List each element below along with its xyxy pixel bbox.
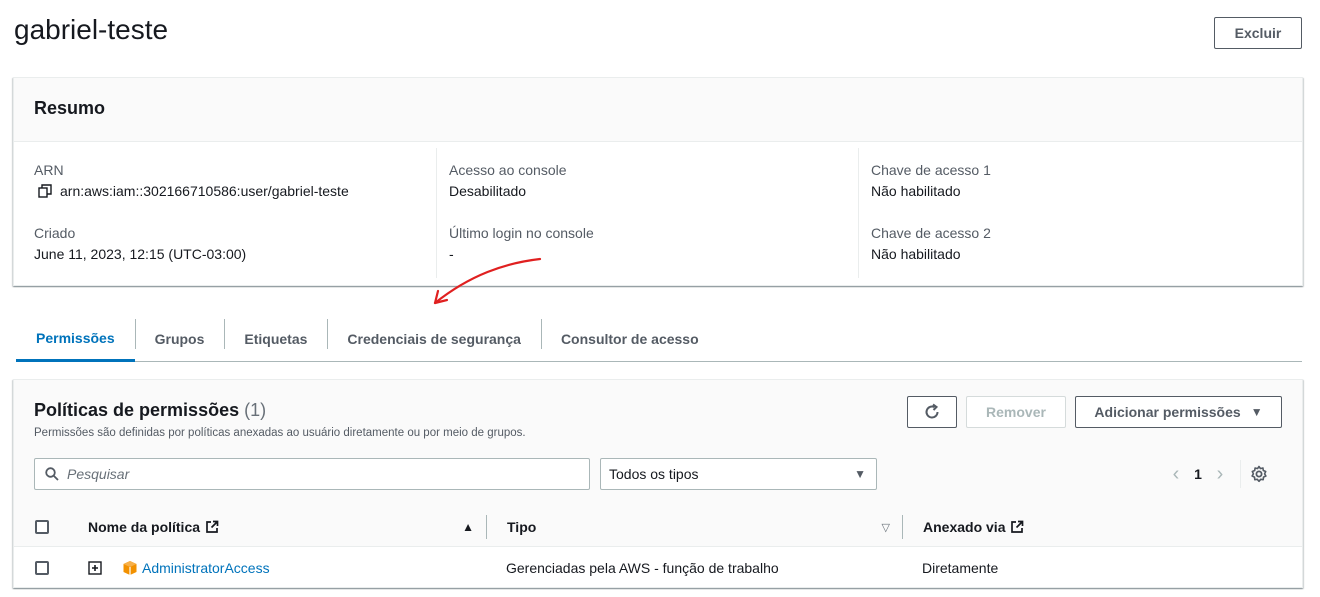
caret-down-icon: ▼ bbox=[1250, 405, 1263, 419]
add-permissions-button[interactable]: Adicionar permissões ▼ bbox=[1075, 396, 1282, 428]
previous-page-icon[interactable]: ‹ bbox=[1164, 463, 1188, 486]
select-all-checkbox[interactable] bbox=[35, 520, 49, 534]
console-access-field: Acesso ao console Desabilitado bbox=[449, 160, 838, 202]
policies-count: (1) bbox=[244, 400, 267, 420]
arn-value: arn:aws:iam::302166710586:user/gabriel-t… bbox=[60, 183, 349, 199]
tab-consultor-de-acesso[interactable]: Consultor de acesso bbox=[540, 317, 719, 361]
column-type-label: Tipo bbox=[507, 519, 537, 535]
summary-body: ARN arn:aws:iam::302166710586:user/gabri… bbox=[14, 142, 1302, 278]
type-filter-value: Todos os tipos bbox=[609, 466, 699, 482]
search-placeholder: Pesquisar bbox=[67, 466, 130, 482]
column-header-type[interactable]: Tipo ▽ bbox=[486, 515, 902, 539]
summary-column-3: Chave de acesso 1 Não habilitado Chave d… bbox=[858, 148, 1280, 278]
external-link-icon[interactable] bbox=[1010, 520, 1024, 534]
column-attached-label: Anexado via bbox=[923, 519, 1006, 535]
policy-type: Gerenciadas pela AWS - função de trabalh… bbox=[506, 560, 779, 576]
arn-value-row: arn:aws:iam::302166710586:user/gabriel-t… bbox=[34, 180, 416, 202]
column-header-attached: Anexado via bbox=[902, 515, 1302, 539]
column-name-label: Nome da política bbox=[88, 519, 201, 535]
pagination: ‹ 1 › bbox=[1164, 458, 1269, 490]
sort-ascending-icon[interactable]: ▲ bbox=[462, 520, 474, 534]
copy-icon[interactable] bbox=[38, 184, 52, 198]
access-key-2-label: Chave de acesso 2 bbox=[871, 225, 991, 241]
arn-label: ARN bbox=[34, 162, 64, 178]
summary-header: Resumo bbox=[14, 78, 1302, 142]
tab-etiquetas[interactable]: Etiquetas bbox=[224, 317, 327, 361]
table-row: AdministratorAccess Gerenciadas pela AWS… bbox=[14, 548, 1302, 588]
tab-credenciais-de-seguranca[interactable]: Credenciais de segurança bbox=[327, 317, 541, 361]
access-key-2-value: Não habilitado bbox=[871, 246, 961, 262]
last-login-value: - bbox=[449, 246, 454, 262]
pager-divider bbox=[1240, 460, 1241, 488]
sort-icon[interactable]: ▽ bbox=[882, 521, 890, 534]
delete-button[interactable]: Excluir bbox=[1214, 17, 1302, 49]
next-page-icon[interactable]: › bbox=[1208, 463, 1232, 486]
summary-column-2: Acesso ao console Desabilitado Último lo… bbox=[436, 148, 858, 278]
policies-header: Políticas de permissões (1) Permissões s… bbox=[14, 380, 1302, 547]
select-all-cell bbox=[14, 520, 68, 534]
summary-panel: Resumo ARN arn:aws:iam::302166710586:use… bbox=[13, 77, 1303, 286]
arn-field: ARN arn:aws:iam::302166710586:user/gabri… bbox=[34, 160, 416, 202]
policies-title-text: Políticas de permissões bbox=[34, 400, 240, 420]
summary-column-1: ARN arn:aws:iam::302166710586:user/gabri… bbox=[14, 148, 436, 278]
row-checkbox[interactable] bbox=[35, 561, 49, 575]
access-key-1-field: Chave de acesso 1 Não habilitado bbox=[871, 160, 1260, 202]
tab-grupos[interactable]: Grupos bbox=[134, 317, 225, 361]
expand-icon[interactable] bbox=[88, 561, 102, 575]
console-access-label: Acesso ao console bbox=[449, 162, 567, 178]
access-key-1-label: Chave de acesso 1 bbox=[871, 162, 991, 178]
policy-name-link[interactable]: AdministratorAccess bbox=[142, 560, 270, 576]
refresh-button[interactable] bbox=[907, 396, 957, 428]
table-header: Nome da política ▲ Tipo ▽ Anexado via bbox=[14, 507, 1302, 547]
column-name-label-wrap: Nome da política bbox=[88, 519, 219, 535]
policies-description: Permissões são definidas por políticas a… bbox=[34, 427, 526, 439]
created-field: Criado June 11, 2023, 12:15 (UTC-03:00) bbox=[34, 223, 416, 265]
console-access-value: Desabilitado bbox=[449, 183, 527, 199]
last-login-field: Último login no console - bbox=[449, 223, 838, 265]
policy-name-cell: AdministratorAccess bbox=[68, 560, 486, 576]
page-number[interactable]: 1 bbox=[1188, 466, 1208, 482]
policy-attached-via: Diretamente bbox=[922, 560, 999, 576]
access-key-1-value: Não habilitado bbox=[871, 183, 961, 199]
created-label: Criado bbox=[34, 225, 76, 241]
external-link-icon[interactable] bbox=[205, 520, 219, 534]
access-key-2-field: Chave de acesso 2 Não habilitado bbox=[871, 223, 1260, 265]
last-login-label: Último login no console bbox=[449, 225, 594, 241]
policies-title: Políticas de permissões (1) bbox=[34, 400, 266, 421]
gear-icon[interactable] bbox=[1249, 464, 1269, 484]
row-select-cell bbox=[14, 561, 68, 575]
refresh-icon bbox=[925, 403, 939, 419]
caret-down-icon: ▼ bbox=[854, 467, 866, 481]
page-title: gabriel-teste bbox=[14, 14, 169, 45]
search-input[interactable]: Pesquisar bbox=[34, 458, 590, 490]
remove-button[interactable]: Remover bbox=[966, 396, 1066, 428]
policy-cube-icon bbox=[123, 561, 137, 575]
tab-permissoes[interactable]: Permissões bbox=[16, 317, 135, 362]
add-permissions-label: Adicionar permissões bbox=[1094, 404, 1241, 420]
tab-bar: Permissões Grupos Etiquetas Credenciais … bbox=[16, 317, 1302, 362]
column-header-name[interactable]: Nome da política ▲ bbox=[68, 519, 486, 535]
created-value: June 11, 2023, 12:15 (UTC-03:00) bbox=[34, 246, 247, 262]
search-icon bbox=[45, 467, 59, 481]
policies-panel: Políticas de permissões (1) Permissões s… bbox=[13, 379, 1303, 588]
type-filter-select[interactable]: Todos os tipos ▼ bbox=[600, 458, 877, 490]
summary-heading: Resumo bbox=[34, 98, 106, 118]
